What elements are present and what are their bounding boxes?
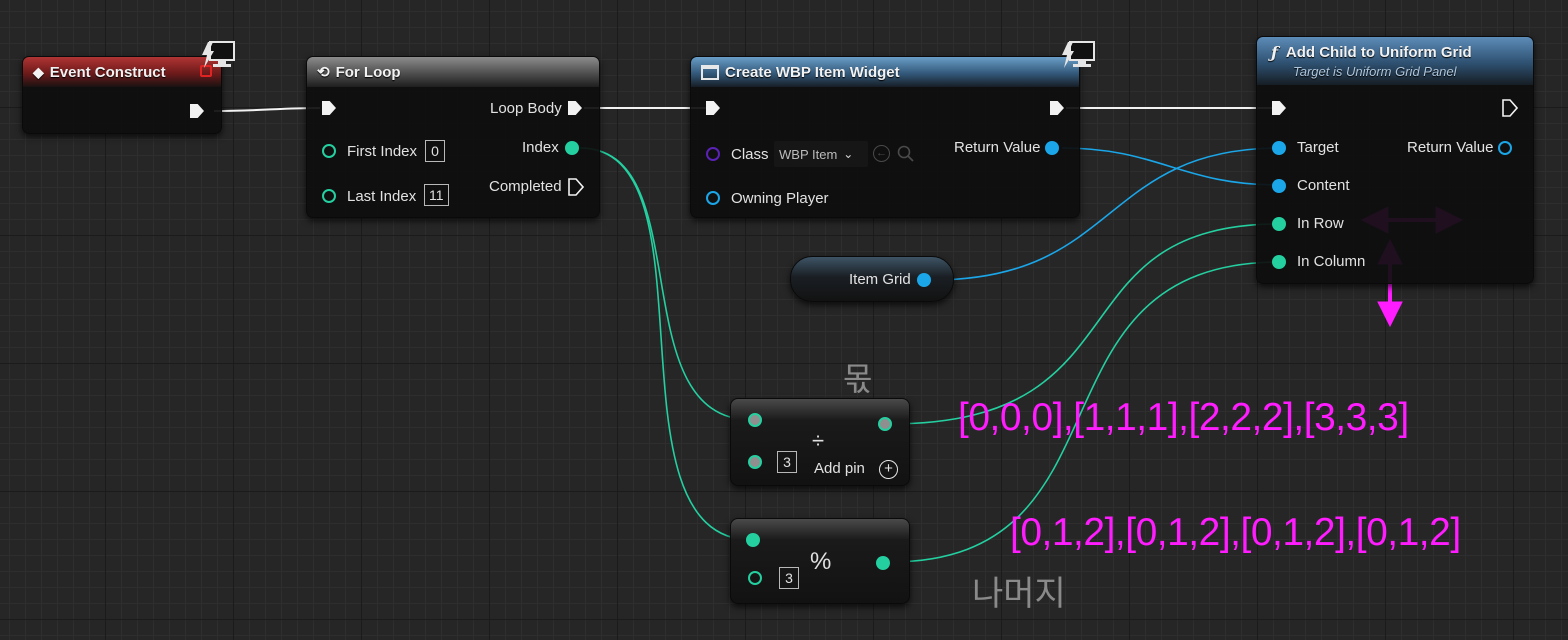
modulo-symbol: % <box>810 548 832 575</box>
last-index-label: Last Index <box>347 188 417 205</box>
first-index-pin[interactable] <box>322 144 336 158</box>
modulo-input-b-pin[interactable] <box>748 571 762 585</box>
divide-input-b-pin[interactable] <box>748 455 762 469</box>
wire-divide-to-inrow <box>889 223 1281 425</box>
search-icon[interactable] <box>897 145 915 163</box>
add-child-return-value-label: Return Value <box>1407 139 1494 156</box>
modulo-divisor-input[interactable]: 3 <box>779 567 799 589</box>
divide-divisor-input[interactable]: 3 <box>777 451 797 473</box>
divide-output-pin[interactable] <box>878 417 892 431</box>
owning-player-pin[interactable] <box>706 191 720 205</box>
add-child-subtitle: Target is Uniform Grid Panel <box>1293 64 1457 79</box>
create-widget-header: Create WBP Item Widget <box>691 57 1079 87</box>
index-pin[interactable] <box>565 141 579 155</box>
create-return-value-label: Return Value <box>954 139 1041 156</box>
class-dropdown-value: WBP Item <box>779 146 838 162</box>
create-return-value-pin[interactable] <box>1045 141 1059 155</box>
in-column-label: In Column <box>1297 253 1366 270</box>
class-dropdown[interactable]: WBP Item ⌄ <box>774 141 868 167</box>
class-pin[interactable] <box>706 147 720 161</box>
add-child-node[interactable]: ƒ Add Child to Uniform Grid Target is Un… <box>1256 36 1534 284</box>
item-grid-pin[interactable] <box>917 273 931 287</box>
target-label: Target <box>1297 139 1339 156</box>
add-child-return-value-pin[interactable] <box>1498 141 1512 155</box>
monitor-lightning-icon <box>202 41 235 68</box>
add-child-exec-out[interactable] <box>1502 99 1518 117</box>
remainder-korean-annotation: 나머지 <box>972 574 1066 614</box>
in-row-label: In Row <box>1297 215 1344 232</box>
add-child-title: Add Child to Uniform Grid <box>1285 44 1472 61</box>
wire-return-to-content <box>1061 147 1281 186</box>
create-widget-title: Create WBP Item Widget <box>725 63 900 81</box>
modulo-input-a-pin[interactable] <box>746 533 760 547</box>
loop-icon: ⟲ <box>317 64 330 81</box>
content-label: Content <box>1297 177 1350 194</box>
modulo-output-pin[interactable] <box>876 556 890 570</box>
first-index-label: First Index <box>347 143 418 160</box>
completed-exec-out[interactable] <box>568 178 584 196</box>
browse-back-icon[interactable]: ← <box>873 145 890 162</box>
class-label: Class <box>731 146 769 163</box>
function-icon: ƒ <box>1271 43 1278 62</box>
item-grid-label: Item Grid <box>849 271 911 288</box>
for-loop-title: For Loop <box>335 63 401 81</box>
event-diamond-icon: ◆ <box>33 63 44 80</box>
monitor-lightning-icon-2 <box>1062 41 1095 68</box>
widget-icon <box>701 64 719 80</box>
event-construct-title: Event Construct <box>49 63 166 81</box>
chevron-down-icon: ⌄ <box>843 147 854 161</box>
loop-body-label: Loop Body <box>490 100 562 117</box>
add-pin-label: Add pin <box>814 460 865 477</box>
first-index-input[interactable]: 0 <box>425 140 445 162</box>
quotient-korean-annotation: 몫 <box>843 360 873 398</box>
in-column-pin[interactable] <box>1272 255 1286 269</box>
row-sequence-annotation: [0,0,0],[1,1,1],[2,2,2],[3,3,3] <box>958 396 1409 439</box>
event-construct-header: ◆ Event Construct <box>23 57 221 87</box>
in-row-pin[interactable] <box>1272 217 1286 231</box>
exec-wire-construct-to-loop <box>213 107 321 112</box>
owning-player-label: Owning Player <box>731 190 829 207</box>
for-loop-header: ⟲ For Loop <box>307 57 599 87</box>
last-index-pin[interactable] <box>322 189 336 203</box>
divide-input-a-pin[interactable] <box>748 413 762 427</box>
completed-label: Completed <box>489 178 562 195</box>
event-construct-node[interactable]: ◆ Event Construct <box>22 56 222 134</box>
add-child-header: ƒ Add Child to Uniform Grid Target is Un… <box>1257 37 1533 85</box>
index-label: Index <box>522 139 559 156</box>
divide-symbol: ÷ <box>812 428 825 453</box>
last-index-input[interactable]: 11 <box>424 184 449 206</box>
column-sequence-annotation: [0,1,2],[0,1,2],[0,1,2],[0,1,2] <box>1010 511 1461 554</box>
add-pin-icon[interactable]: + <box>879 460 898 479</box>
target-pin[interactable] <box>1272 141 1286 155</box>
content-pin[interactable] <box>1272 179 1286 193</box>
